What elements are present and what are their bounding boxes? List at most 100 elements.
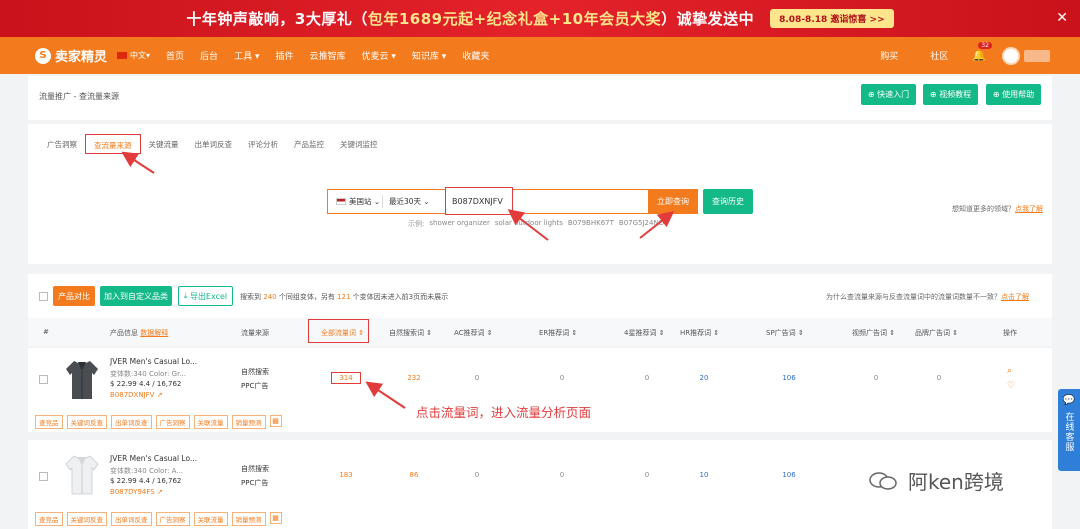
chip-order-keyword[interactable]: 出单词反查 — [111, 512, 152, 526]
product-thumbnail[interactable] — [64, 452, 100, 496]
domain-help-link[interactable]: 点我了解 — [1015, 205, 1043, 213]
language-select[interactable]: 中文 ▾ — [117, 50, 150, 61]
export-excel-button[interactable]: ⤓ 导出Excel — [178, 286, 233, 306]
tab-key-traffic[interactable]: 关键流量 — [141, 134, 187, 154]
chip-order-keyword[interactable]: 出单词反查 — [111, 415, 152, 429]
date-range-select[interactable]: 最近30天 ⌄ — [383, 196, 443, 207]
username-blurred — [1024, 49, 1050, 62]
row-checkbox[interactable] — [39, 375, 48, 384]
data-explain-link[interactable]: 数据解释 — [140, 329, 168, 337]
search-icon[interactable]: ⌕ — [1007, 366, 1012, 376]
logo[interactable]: S 卖家精灵 — [35, 46, 107, 65]
chip-ad-insight[interactable]: 广告洞察 — [155, 415, 190, 429]
nav-community[interactable]: 社区 — [930, 49, 948, 62]
search-examples: 示例: shower organizer solar outdoor light… — [408, 219, 664, 229]
chip-related-traffic[interactable]: 关联流量 — [193, 512, 228, 526]
nav-yuntui[interactable]: 云推智库 — [309, 49, 345, 62]
example-link[interactable]: shower organizer — [429, 219, 490, 229]
nav-youmai[interactable]: 优麦云 ▾ — [362, 49, 396, 62]
chip-related-traffic[interactable]: 关联流量 — [193, 415, 228, 429]
close-icon[interactable]: ✕ — [1056, 10, 1068, 26]
avatar[interactable] — [1002, 46, 1020, 65]
col-hr[interactable]: HR推荐词 ⇕ — [680, 328, 719, 338]
tab-bar: 广告洞察 查流量来源 关键流量 出单词反查 评论分析 产品监控 关键词监控 — [39, 134, 386, 154]
promo-banner[interactable]: 十年钟声敲响，3大厚礼（包年1689元起+纪念礼盒+10年会员大奖）诚挚发送中 … — [0, 0, 1080, 37]
compare-button[interactable]: 产品对比 — [53, 286, 95, 306]
col-4star[interactable]: 4星推荐词 ⇕ — [624, 328, 665, 338]
tab-traffic-source[interactable]: 查流量来源 — [85, 134, 141, 154]
col-ac[interactable]: AC推荐词 ⇕ — [454, 328, 493, 338]
calculator-icon[interactable]: ▦ — [269, 415, 282, 427]
product-thumbnail[interactable] — [64, 357, 100, 401]
row-actions: 查竞品 关键词反查 出单词反查 广告洞察 关联流量 销量预测 ▦ — [35, 415, 282, 429]
sp-value[interactable]: 106 — [769, 471, 809, 479]
table-header: # 产品信息 数据解释 流量来源 全部流量词 ⇕ 自然搜索词 ⇕ AC推荐词 ⇕… — [28, 318, 1052, 346]
organic-value[interactable]: 86 — [394, 471, 434, 479]
search-history-button[interactable]: 查询历史 — [703, 189, 753, 214]
source-organic: 自然搜索 — [241, 368, 269, 376]
hr-value[interactable]: 10 — [684, 471, 724, 479]
nav-favorites[interactable]: 收藏夹 — [462, 49, 489, 62]
watermark: 阿ken跨境 — [868, 466, 1004, 495]
chip-competitor[interactable]: 查竞品 — [35, 512, 63, 526]
help-button[interactable]: ⊕ 使用帮助 — [986, 84, 1041, 105]
col-video-ad[interactable]: 视频广告词 ⇕ — [852, 328, 895, 338]
nav-knowledge[interactable]: 知识库 ▾ — [412, 49, 446, 62]
domain-help: 想知道更多的领域？点我了解 — [952, 205, 1043, 213]
tab-product-monitor[interactable]: 产品监控 — [286, 134, 332, 154]
example-link[interactable]: B079BHK67T — [568, 219, 614, 229]
col-product-info: 产品信息 数据解释 — [110, 329, 169, 337]
col-index: # — [43, 328, 49, 336]
nav-buy[interactable]: 购买 — [880, 49, 898, 62]
product-asin[interactable]: B087DXNJFV ↗ — [110, 391, 163, 399]
tab-keyword-monitor[interactable]: 关键词监控 — [332, 134, 386, 154]
search-bar: 美国站 ⌄ 最近30天 ⌄ B087DXNJFV 立即查询 — [327, 187, 698, 215]
chip-keyword-reverse[interactable]: 关键词反查 — [66, 512, 107, 526]
product-title[interactable]: JVER Men's Casual Lo... — [110, 357, 197, 366]
chip-sales-forecast[interactable]: 销量预测 — [231, 415, 266, 429]
highlight-box — [308, 319, 369, 343]
example-link[interactable]: B07G5J24ND — [619, 219, 664, 229]
add-category-button[interactable]: 加入到自定义品类 — [100, 286, 172, 306]
hr-value[interactable]: 20 — [684, 374, 724, 382]
col-organic[interactable]: 自然搜索词 ⇕ — [389, 328, 432, 338]
example-link[interactable]: solar outdoor lights — [495, 219, 563, 229]
organic-value[interactable]: 232 — [394, 374, 434, 382]
row-checkbox[interactable] — [39, 472, 48, 481]
select-all-checkbox[interactable] — [39, 292, 48, 301]
product-asin[interactable]: B087DY94FS ↗ — [110, 488, 163, 496]
online-service-label: 在线客服 — [1063, 412, 1074, 452]
online-service-tab[interactable]: 💬 在线客服 — [1058, 389, 1080, 471]
results-summary: 搜索到 240 个同组变体，另有 121 个变体因未进入前3页而未展示 — [240, 293, 449, 301]
nav-backend[interactable]: 后台 — [200, 49, 218, 62]
heart-icon[interactable]: ♡ — [1007, 381, 1015, 391]
quick-start-button[interactable]: ⊕ 快速入门 — [861, 84, 916, 105]
col-er[interactable]: ER推荐词 ⇕ — [539, 328, 577, 338]
annotation-text: 点击流量词，进入流量分析页面 — [416, 405, 592, 420]
nav-tools[interactable]: 工具 ▾ — [234, 49, 259, 62]
bell-icon[interactable]: 🔔 32 — [972, 42, 992, 62]
tab-ad-insight[interactable]: 广告洞察 — [39, 134, 85, 154]
tab-review-analysis[interactable]: 评论分析 — [240, 134, 286, 154]
market-select[interactable]: 美国站 ⌄ — [328, 196, 382, 207]
chip-keyword-reverse[interactable]: 关键词反查 — [66, 415, 107, 429]
chip-competitor[interactable]: 查竞品 — [35, 415, 63, 429]
product-title[interactable]: JVER Men's Casual Lo... — [110, 454, 197, 463]
banner-cta-button[interactable]: 8.08-8.18 邀诣惊喜 >> — [770, 9, 894, 28]
nav-home[interactable]: 首页 — [166, 49, 184, 62]
sp-value[interactable]: 106 — [769, 374, 809, 382]
calculator-icon[interactable]: ▦ — [269, 512, 282, 524]
nav-plugins[interactable]: 插件 — [275, 49, 293, 62]
tab-order-keyword[interactable]: 出单词反查 — [187, 134, 241, 154]
col-brand-ad[interactable]: 品牌广告词 ⇕ — [915, 328, 958, 338]
chip-ad-insight[interactable]: 广告洞察 — [155, 512, 190, 526]
all-keywords-value[interactable]: 183 — [326, 471, 366, 479]
brand-ad-value: 0 — [936, 374, 942, 382]
video-tutorial-button[interactable]: ⊕ 视频教程 — [923, 84, 978, 105]
search-submit-button[interactable]: 立即查询 — [648, 189, 698, 214]
asin-search-input[interactable]: B087DXNJFV — [445, 187, 513, 215]
chip-sales-forecast[interactable]: 销量预测 — [231, 512, 266, 526]
faq-note: 为什么查流量来源与反查流量词中的流量词数量不一致？点击了解 — [826, 293, 1029, 301]
col-sp[interactable]: SP广告词 ⇕ — [766, 328, 804, 338]
faq-link[interactable]: 点击了解 — [1001, 293, 1029, 301]
